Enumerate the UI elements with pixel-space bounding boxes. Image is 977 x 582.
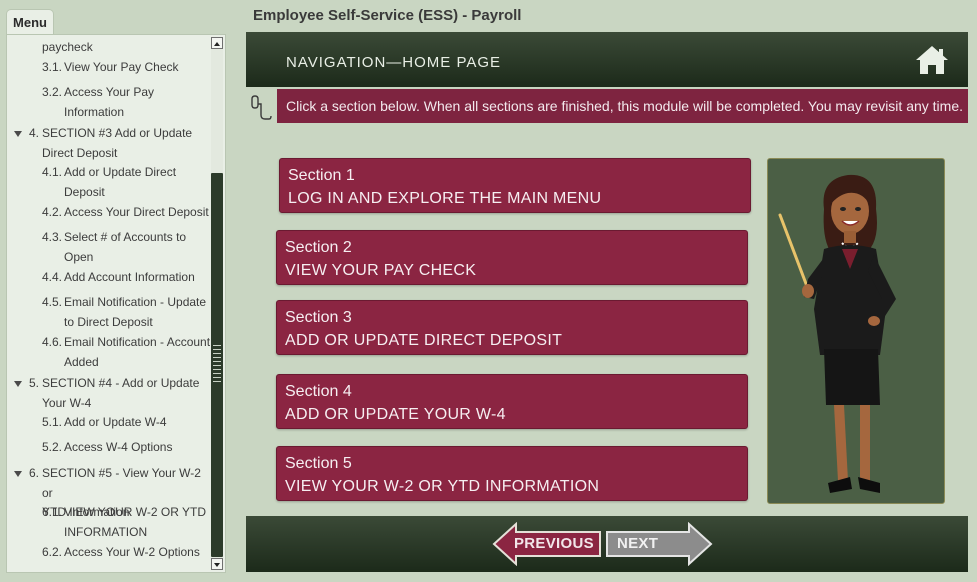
scroll-up-button[interactable] <box>211 37 223 49</box>
menu-item-5[interactable]: 5. SECTION #4 - Add or Update Your W-4 <box>7 374 212 413</box>
pointer-hand-icon <box>251 95 272 120</box>
section-label: Section 5 <box>285 455 352 472</box>
app-title: Employee Self-Service (ESS) - Payroll <box>253 7 522 24</box>
presenter-card <box>767 158 945 504</box>
menu-scrollbar[interactable] <box>211 37 223 570</box>
menu-item-6-1[interactable]: 6.1. VIEW YOUR W-2 OR YTD INFORMATION <box>42 503 206 542</box>
arrow-down-icon <box>214 563 220 567</box>
menu-item-5-1[interactable]: 5.1. Add or Update W-4 <box>42 413 167 433</box>
presenter-illustration <box>778 174 896 493</box>
section-title: LOG IN AND EXPLORE THE MAIN MENU <box>288 190 602 207</box>
section-1-button[interactable]: Section 1 LOG IN AND EXPLORE THE MAIN ME… <box>279 158 751 213</box>
previous-button[interactable]: PREVIOUS <box>492 522 602 566</box>
expand-triangle-icon[interactable] <box>14 471 22 477</box>
page-title: NAVIGATION—HOME PAGE <box>286 54 502 71</box>
section-5-button[interactable]: Section 5 VIEW YOUR W-2 OR YTD INFORMATI… <box>276 446 748 501</box>
section-label: Section 4 <box>285 383 352 400</box>
header-bar: NAVIGATION—HOME PAGE <box>246 32 968 87</box>
section-title: ADD OR UPDATE YOUR W-4 <box>285 406 506 423</box>
grip-icon <box>213 345 221 385</box>
section-title: ADD OR UPDATE DIRECT DEPOSIT <box>285 332 563 349</box>
menu-item-4-4[interactable]: 4.4. Add Account Information <box>42 268 195 288</box>
menu-item-4-2[interactable]: 4.2. Access Your Direct Deposit <box>42 203 209 223</box>
menu-list: paycheck 3.1. View Your Pay Check 3.2. Acc… <box>7 35 212 572</box>
menu-item-4-3[interactable]: 4.3. Select # of Accounts to Open <box>42 228 186 267</box>
instruction-bar: Click a section below. When all sections… <box>277 89 968 123</box>
menu-item-4-1[interactable]: 4.1. Add or Update Direct Deposit <box>42 163 176 202</box>
menu-item-text[interactable]: paycheck <box>42 38 93 58</box>
menu-item-4-5[interactable]: 4.5. Email Notification - Update to Direct… <box>42 293 206 332</box>
footer-bar: PREVIOUS NEXT <box>246 516 968 572</box>
section-label: Section 1 <box>288 167 355 184</box>
expand-triangle-icon[interactable] <box>14 131 22 137</box>
section-2-button[interactable]: Section 2 VIEW YOUR PAY CHECK <box>276 230 748 285</box>
section-title: VIEW YOUR PAY CHECK <box>285 262 477 279</box>
section-label: Section 3 <box>285 309 352 326</box>
menu-item-4-6[interactable]: 4.6. Email Notification - Account Added <box>42 333 210 372</box>
next-button[interactable]: NEXT <box>605 522 713 566</box>
menu-item-3-2[interactable]: 3.2. Access Your Pay Information <box>42 83 154 122</box>
scroll-down-button[interactable] <box>211 558 223 570</box>
home-icon[interactable] <box>914 44 950 76</box>
menu-item-3-1[interactable]: 3.1. View Your Pay Check <box>42 58 179 78</box>
menu-item-6-2[interactable]: 6.2. Access Your W-2 Options <box>42 543 200 563</box>
next-label: NEXT <box>617 535 659 552</box>
sidebar-menu: paycheck 3.1. View Your Pay Check 3.2. Acc… <box>6 34 226 573</box>
section-title: VIEW YOUR W-2 OR YTD INFORMATION <box>285 478 600 495</box>
menu-item-4[interactable]: 4. SECTION #3 Add or Update Direct Deposi… <box>7 124 212 163</box>
menu-item-5-2[interactable]: 5.2. Access W-4 Options <box>42 438 172 458</box>
section-label: Section 2 <box>285 239 352 256</box>
arrow-up-icon <box>214 42 220 46</box>
previous-label: PREVIOUS <box>514 535 594 552</box>
menu-tab[interactable]: Menu <box>6 9 54 35</box>
expand-triangle-icon[interactable] <box>14 381 22 387</box>
scroll-thumb[interactable] <box>211 173 223 557</box>
section-3-button[interactable]: Section 3 ADD OR UPDATE DIRECT DEPOSIT <box>276 300 748 355</box>
section-4-button[interactable]: Section 4 ADD OR UPDATE YOUR W-4 <box>276 374 748 429</box>
